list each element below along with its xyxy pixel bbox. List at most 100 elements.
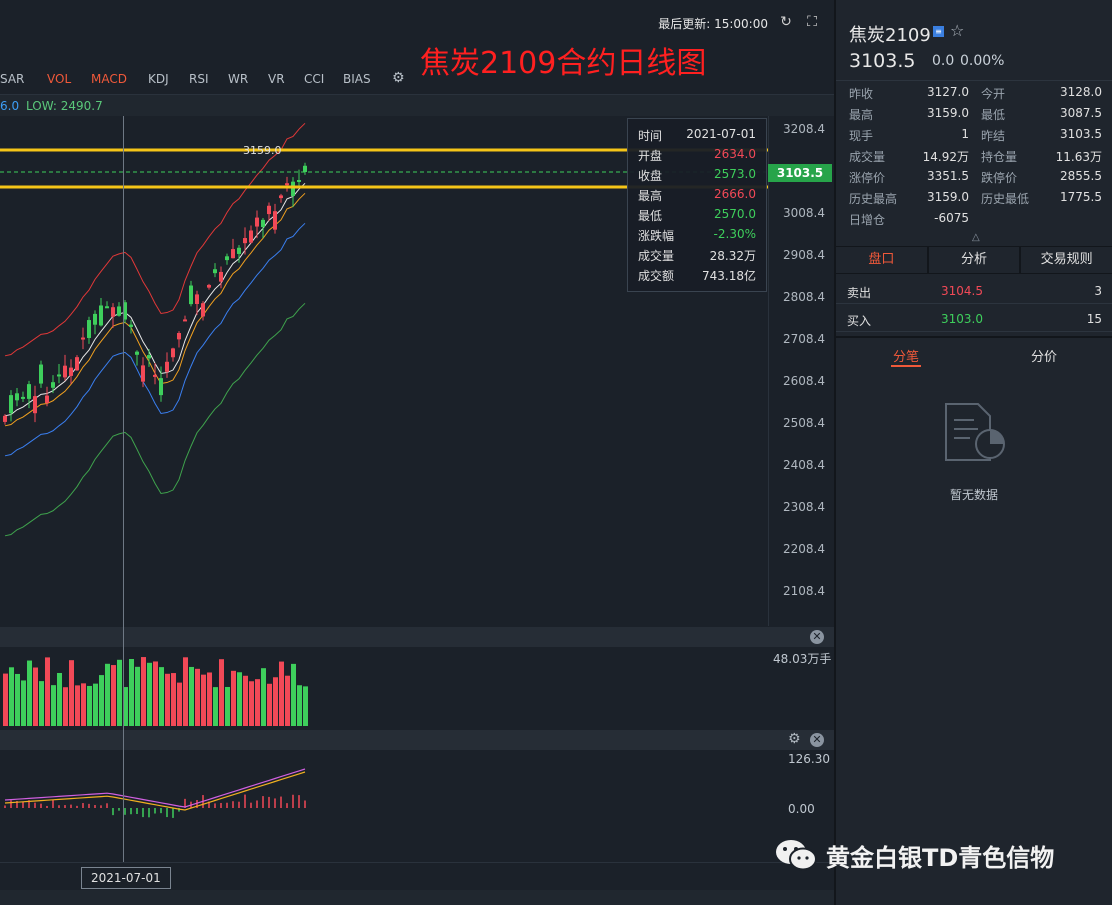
candle-body bbox=[57, 374, 61, 377]
volume-bar bbox=[147, 662, 152, 726]
tooltip-key: 收盘 bbox=[638, 169, 663, 183]
stat-label: 现手 bbox=[849, 129, 874, 143]
indicator-tab-wr[interactable]: WR bbox=[228, 72, 248, 86]
volume-bar bbox=[3, 673, 8, 726]
volume-bar bbox=[141, 657, 146, 726]
indicator-tab-vol[interactable]: VOL bbox=[47, 72, 71, 86]
volume-bar bbox=[195, 668, 200, 726]
volume-axis-label: 48.03万手 bbox=[773, 652, 832, 666]
volume-bar bbox=[93, 683, 98, 726]
candle-body bbox=[45, 395, 49, 404]
volume-bar bbox=[45, 657, 50, 726]
volume-bar bbox=[99, 675, 104, 726]
indicator-tab-cci[interactable]: CCI bbox=[304, 72, 324, 86]
candle-body bbox=[219, 271, 223, 282]
close-volume-icon[interactable]: ✕ bbox=[810, 630, 824, 644]
stat-label: 昨结 bbox=[981, 129, 1006, 143]
candle-body bbox=[141, 365, 145, 382]
stat-row: 最高 3159.0 最低 3087.5 bbox=[836, 102, 1112, 123]
tooltip-key: 最高 bbox=[638, 189, 663, 203]
main-tabs: 盘口 分析 交易规则 bbox=[836, 246, 1112, 274]
candle-body bbox=[3, 415, 7, 422]
volume-bar bbox=[297, 685, 302, 726]
candle-body bbox=[213, 269, 217, 274]
candle-body bbox=[99, 305, 103, 326]
macd-settings-gear-icon[interactable]: ⚙ bbox=[788, 731, 801, 747]
stat-label: 最高 bbox=[849, 108, 874, 122]
tooltip-row: 最高 2666.0 bbox=[638, 187, 756, 207]
tab-analysis[interactable]: 分析 bbox=[929, 247, 1022, 273]
tooltip-row: 成交额 743.18亿 bbox=[638, 267, 756, 287]
candle-body bbox=[33, 396, 37, 414]
sell-qty: 3 bbox=[1094, 284, 1102, 298]
tab-trading-rules[interactable]: 交易规则 bbox=[1021, 247, 1112, 273]
indicator-tab-vr[interactable]: VR bbox=[268, 72, 285, 86]
candle-body bbox=[297, 179, 301, 182]
refresh-icon[interactable]: ↻ bbox=[778, 14, 794, 30]
tooltip-row: 时间 2021-07-01 bbox=[638, 127, 756, 147]
fullscreen-icon[interactable]: ⛶ bbox=[804, 14, 820, 30]
stat-value: 1 bbox=[961, 127, 969, 141]
price-change: 0.0 bbox=[932, 53, 955, 69]
indicator-tab-bias[interactable]: BIAS bbox=[343, 72, 371, 86]
tab-ticks[interactable]: 分笔 bbox=[893, 346, 919, 365]
volume-bar bbox=[117, 659, 122, 726]
bottom-strip bbox=[0, 890, 834, 905]
indicator-tab-sar[interactable]: SAR bbox=[0, 72, 24, 86]
tooltip-value: 2570.0 bbox=[714, 207, 756, 221]
candle-body bbox=[69, 367, 73, 376]
stat-value: 3128.0 bbox=[1060, 85, 1102, 99]
indicator-tab-rsi[interactable]: RSI bbox=[189, 72, 209, 86]
macd-tick-top: 126.30 bbox=[788, 752, 830, 766]
volume-bar bbox=[69, 660, 74, 726]
stat-row: 涨停价 3351.5 跌停价 2855.5 bbox=[836, 165, 1112, 186]
boll-upper-line bbox=[4, 122, 306, 357]
candle-body bbox=[243, 238, 247, 244]
price-tick: 2508.4 bbox=[783, 416, 825, 430]
candle-body bbox=[93, 313, 97, 325]
volume-bar bbox=[81, 683, 86, 726]
buy-label: 买入 bbox=[847, 314, 872, 328]
candle-body bbox=[39, 364, 43, 384]
candle-body bbox=[285, 183, 289, 186]
candle-body bbox=[9, 395, 13, 414]
settings-gear-icon[interactable]: ⚙ bbox=[392, 70, 405, 86]
crosshair-date-label: 2021-07-01 bbox=[81, 867, 171, 889]
volume-bar bbox=[159, 667, 164, 726]
favorite-star-icon[interactable]: ☆ bbox=[950, 21, 964, 40]
collapse-chevron-icon[interactable]: △ bbox=[972, 232, 980, 243]
price-axis: 3208.43108.43008.42908.42808.42708.42608… bbox=[768, 116, 834, 626]
indicator-tab-kdj[interactable]: KDJ bbox=[148, 72, 169, 86]
volume-bar bbox=[51, 685, 56, 726]
candle-body bbox=[105, 306, 109, 309]
tab-price-distribution[interactable]: 分价 bbox=[1031, 346, 1057, 365]
indicator-tab-macd[interactable]: MACD bbox=[91, 72, 127, 86]
price-change-percent: 0.00% bbox=[960, 53, 1005, 69]
wechat-logo-icon bbox=[776, 840, 817, 871]
max-price-label: 3159.0 bbox=[243, 144, 282, 157]
stat-label: 跌停价 bbox=[981, 171, 1018, 185]
volume-bar bbox=[207, 672, 212, 726]
stat-label: 昨收 bbox=[849, 87, 874, 101]
stat-row: 成交量 14.92万 持仓量 11.63万 bbox=[836, 144, 1112, 165]
volume-bar bbox=[21, 680, 26, 726]
tooltip-row: 成交量 28.32万 bbox=[638, 247, 756, 267]
volume-bar bbox=[279, 661, 284, 726]
candle-body bbox=[231, 249, 235, 259]
tab-order-book[interactable]: 盘口 bbox=[836, 247, 929, 273]
close-macd-icon[interactable]: ✕ bbox=[810, 733, 824, 747]
macd-panel-header: ⚙ ✕ bbox=[0, 730, 834, 750]
sell-price: 3104.5 bbox=[941, 284, 983, 298]
candle-body bbox=[237, 247, 241, 254]
stat-row: 历史最高 3159.0 历史最低 1775.5 bbox=[836, 186, 1112, 207]
stat-label: 历史最高 bbox=[849, 192, 898, 206]
volume-bar bbox=[27, 660, 32, 726]
volume-bar bbox=[219, 659, 224, 726]
crosshair-vertical bbox=[123, 116, 124, 862]
volume-bar bbox=[111, 665, 116, 726]
stat-value: 3127.0 bbox=[927, 85, 969, 99]
boll-lower-line bbox=[4, 302, 306, 537]
empty-data-text: 暂无数据 bbox=[949, 488, 998, 502]
stat-label: 历史最低 bbox=[981, 192, 1030, 206]
candle-body bbox=[129, 324, 133, 328]
